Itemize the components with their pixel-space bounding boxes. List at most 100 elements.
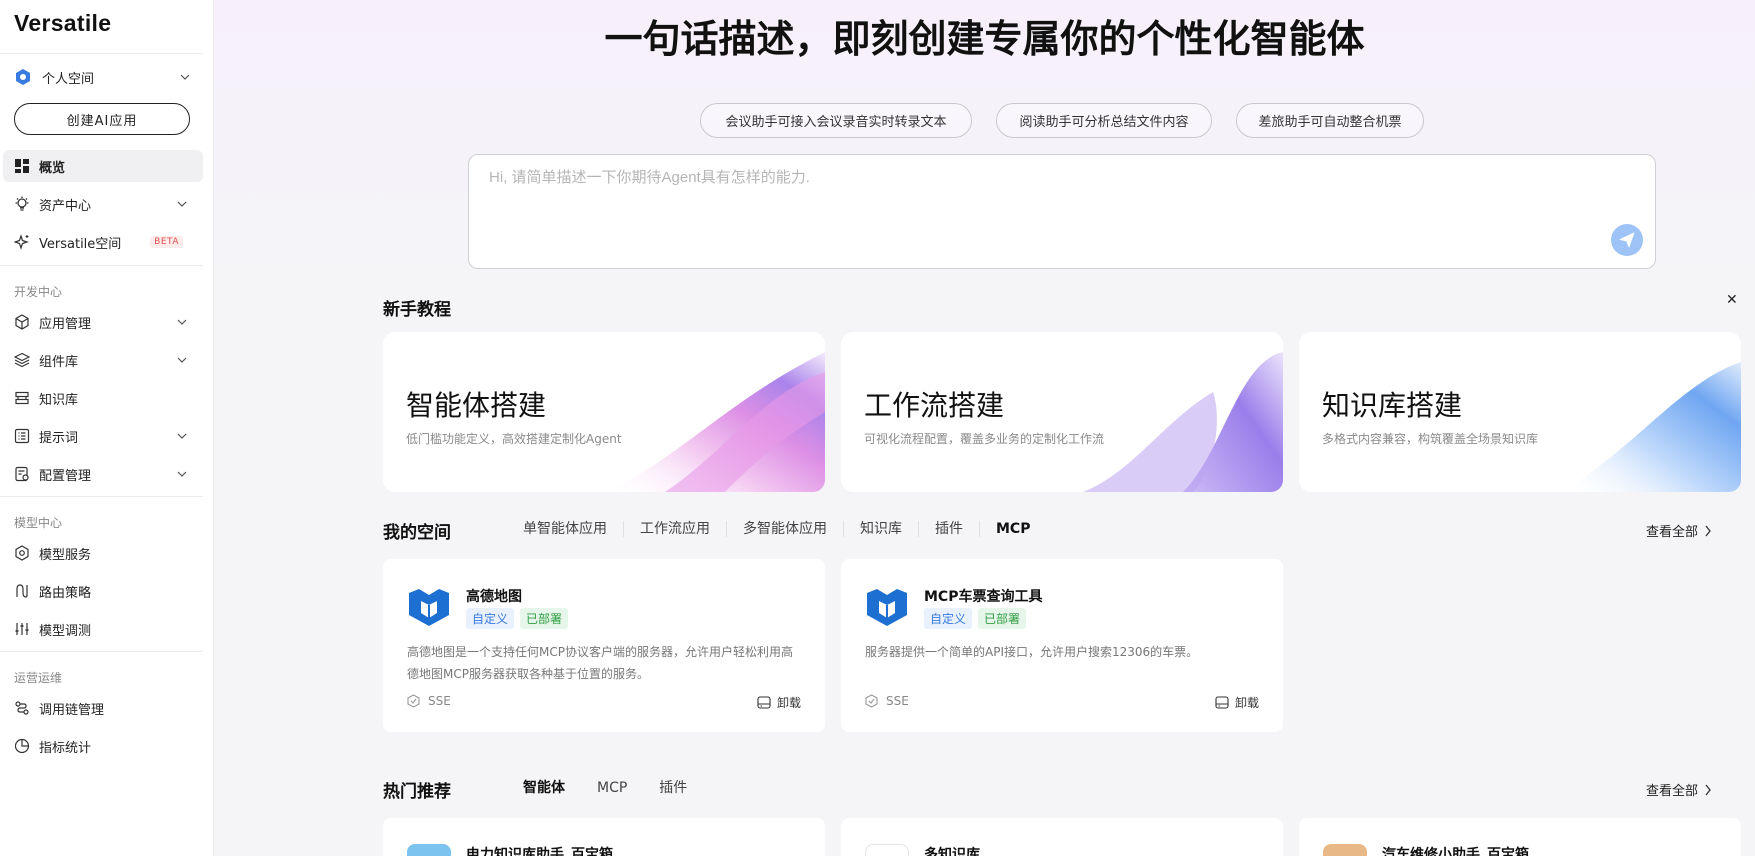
protocol-icon bbox=[407, 694, 420, 708]
workspace-icon bbox=[14, 68, 32, 86]
tab-agents[interactable]: 智能体 bbox=[523, 780, 581, 796]
chevron-down-icon bbox=[177, 433, 187, 439]
mcp-card[interactable]: 高德地图 自定义 已部署 高德地图是一个支持任何MCP协议客户端的服务器，允许用… bbox=[383, 559, 825, 732]
chevron-down-icon bbox=[177, 471, 187, 477]
chevron-down-icon bbox=[177, 357, 187, 363]
tab-single-agent[interactable]: 单智能体应用 bbox=[523, 521, 623, 537]
list-icon bbox=[14, 428, 30, 444]
section-label-model: 模型中心 bbox=[14, 516, 63, 530]
mcp-card-name: MCP车票查询工具 bbox=[924, 589, 1043, 605]
sidebar-item-label: 调用链管理 bbox=[39, 702, 105, 718]
hot-title: 热门推荐 bbox=[383, 782, 451, 802]
create-ai-app-button[interactable]: 创建AI应用 bbox=[14, 103, 190, 135]
suggestion-chip[interactable]: 差旅助手可自动整合机票 bbox=[1236, 103, 1424, 138]
unload-icon bbox=[757, 696, 771, 709]
hot-card-name: 汽车维修小助手_百宝箱 bbox=[1382, 847, 1529, 856]
sliders-icon bbox=[14, 621, 30, 637]
sidebar-item-prompts[interactable]: 提示词 bbox=[3, 420, 203, 452]
route-icon bbox=[14, 583, 30, 599]
sidebar-item-config-management[interactable]: 配置管理 bbox=[3, 458, 203, 490]
hot-card[interactable]: 汽车维修小助手_百宝箱 bbox=[1299, 818, 1741, 856]
dashboard-icon bbox=[14, 158, 30, 174]
tab-workflow[interactable]: 工作流应用 bbox=[623, 521, 726, 537]
agent-description-input[interactable] bbox=[489, 169, 1589, 186]
close-icon[interactable]: ✕ bbox=[1726, 292, 1738, 308]
sidebar-item-label: 提示词 bbox=[39, 430, 79, 446]
sidebar-item-model-testing[interactable]: 模型调测 bbox=[3, 613, 203, 645]
tab-mcp-hot[interactable]: MCP bbox=[581, 780, 643, 796]
sidebar: Versatile 个人空间 创建AI应用 概览 资产中心 Versatile空… bbox=[0, 0, 214, 856]
my-space-tabs: 单智能体应用 工作流应用 多智能体应用 知识库 插件 MCP bbox=[523, 521, 1046, 537]
sidebar-item-metrics[interactable]: 指标统计 bbox=[3, 730, 203, 762]
tab-plugins[interactable]: 插件 bbox=[918, 521, 979, 537]
protocol-label: SSE bbox=[428, 694, 451, 708]
sidebar-item-model-service[interactable]: 模型服务 bbox=[3, 537, 203, 569]
chevron-right-icon bbox=[1705, 784, 1711, 795]
space-selector[interactable]: 个人空间 bbox=[14, 66, 190, 88]
sidebar-item-routing-policy[interactable]: 路由策略 bbox=[3, 575, 203, 607]
unload-button[interactable]: 卸载 bbox=[1215, 694, 1259, 711]
tag-custom: 自定义 bbox=[466, 608, 515, 629]
hot-card[interactable]: 多知识库 bbox=[841, 818, 1283, 856]
mcp-card-desc: 高德地图是一个支持任何MCP协议客户端的服务器，允许用户轻松利用高德地图MCP服… bbox=[407, 645, 793, 681]
my-space-view-all-link[interactable]: 查看全部 bbox=[1646, 521, 1712, 540]
sidebar-item-assets[interactable]: 资产中心 bbox=[3, 188, 203, 220]
knowledge-art-image bbox=[1561, 362, 1741, 492]
trace-icon bbox=[14, 700, 30, 716]
tab-plugins-hot[interactable]: 插件 bbox=[643, 780, 703, 796]
mcp-card-protocol: SSE bbox=[865, 694, 909, 708]
divider bbox=[0, 651, 203, 652]
tutorial-card-title: 工作流搭建 bbox=[864, 389, 1005, 422]
tutorial-card-desc: 多格式内容兼容，构筑覆盖全场景知识库 bbox=[1322, 432, 1539, 446]
sidebar-item-label: 模型调测 bbox=[39, 623, 92, 639]
hot-card-logo bbox=[865, 844, 909, 856]
tab-mcp[interactable]: MCP bbox=[979, 521, 1046, 537]
tutorial-card-agent[interactable]: 智能体搭建 低门槛功能定义，高效搭建定制化Agent bbox=[383, 332, 825, 492]
tutorial-card-title: 智能体搭建 bbox=[406, 389, 547, 422]
hot-view-all-link[interactable]: 查看全部 bbox=[1646, 780, 1712, 799]
mcp-card-name: 高德地图 bbox=[466, 589, 522, 605]
divider bbox=[0, 53, 203, 54]
tab-knowledge[interactable]: 知识库 bbox=[843, 521, 918, 537]
mcp-card[interactable]: MCP车票查询工具 自定义 已部署 服务器提供一个简单的API接口，允许用户搜索… bbox=[841, 559, 1283, 732]
section-label-dev: 开发中心 bbox=[14, 285, 63, 299]
unload-button[interactable]: 卸载 bbox=[757, 694, 801, 711]
tag-deployed: 已部署 bbox=[978, 608, 1027, 629]
sidebar-item-label: 路由策略 bbox=[39, 585, 92, 601]
brand-logo[interactable]: Versatile bbox=[14, 10, 111, 37]
unload-label: 卸载 bbox=[776, 696, 801, 710]
hexagon-icon bbox=[14, 545, 30, 561]
mcp-card-desc: 服务器提供一个简单的API接口，允许用户搜索12306的车票。 bbox=[865, 645, 1199, 659]
protocol-icon bbox=[865, 694, 878, 708]
sidebar-item-app-management[interactable]: 应用管理 bbox=[3, 306, 203, 338]
sidebar-item-label: 知识库 bbox=[39, 392, 79, 408]
tutorial-card-workflow[interactable]: 工作流搭建 可视化流程配置，覆盖多业务的定制化工作流 bbox=[841, 332, 1283, 492]
database-icon bbox=[14, 390, 30, 406]
sidebar-item-label: 组件库 bbox=[39, 354, 79, 370]
tab-multi-agent[interactable]: 多智能体应用 bbox=[726, 521, 843, 537]
tutorial-card-desc: 可视化流程配置，覆盖多业务的定制化工作流 bbox=[864, 432, 1105, 446]
page-title: 一句话描述，即刻创建专属你的个性化智能体 bbox=[604, 17, 1365, 61]
hot-card[interactable]: 电力知识库助手_百宝箱 bbox=[383, 818, 825, 856]
sidebar-item-overview[interactable]: 概览 bbox=[3, 150, 203, 182]
layers-icon bbox=[14, 352, 30, 368]
sidebar-item-versatile-space[interactable]: Versatile空间 BETA bbox=[3, 226, 203, 258]
suggestion-chip[interactable]: 阅读助手可分析总结文件内容 bbox=[996, 103, 1212, 138]
tutorial-card-desc: 低门槛功能定义，高效搭建定制化Agent bbox=[406, 432, 622, 446]
space-selector-label: 个人空间 bbox=[42, 71, 95, 87]
tutorial-card-title: 知识库搭建 bbox=[1322, 389, 1463, 422]
agent-description-box bbox=[468, 154, 1656, 269]
tutorial-card-knowledge[interactable]: 知识库搭建 多格式内容兼容，构筑覆盖全场景知识库 bbox=[1299, 332, 1741, 492]
chevron-down-icon bbox=[177, 201, 187, 207]
suggestion-chip[interactable]: 会议助手可接入会议录音实时转录文本 bbox=[700, 103, 972, 138]
sidebar-item-knowledge-base[interactable]: 知识库 bbox=[3, 382, 203, 414]
send-button[interactable] bbox=[1611, 224, 1643, 256]
sidebar-item-trace-management[interactable]: 调用链管理 bbox=[3, 692, 203, 724]
beta-badge: BETA bbox=[150, 236, 183, 248]
sidebar-item-component-library[interactable]: 组件库 bbox=[3, 344, 203, 376]
sidebar-item-label: 配置管理 bbox=[39, 468, 92, 484]
sidebar-item-label: Versatile空间 bbox=[39, 236, 122, 252]
section-label-ops: 运营运维 bbox=[14, 671, 63, 685]
chart-icon bbox=[14, 738, 30, 754]
lightbulb-icon bbox=[14, 196, 30, 212]
